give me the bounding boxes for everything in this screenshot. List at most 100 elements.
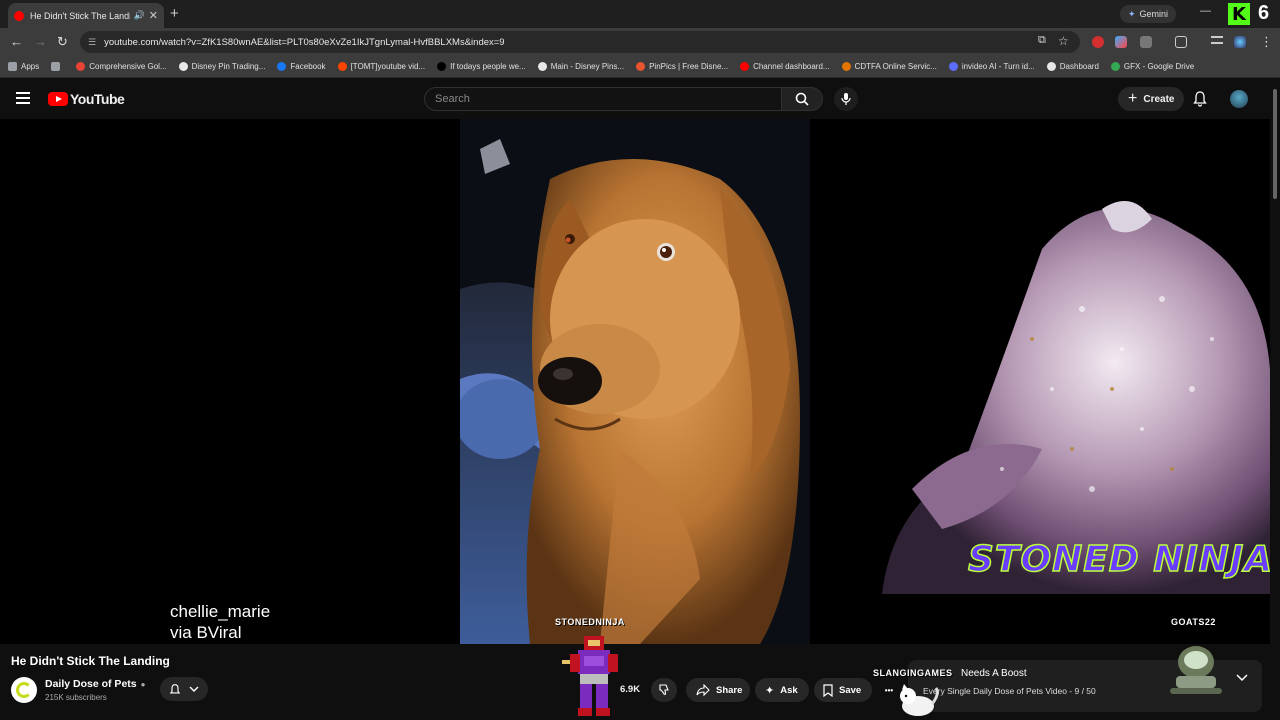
create-button[interactable]: + Create (1118, 87, 1185, 111)
watermark-goats: GOATS22 (1171, 617, 1216, 627)
new-tab-button[interactable]: + (170, 5, 179, 22)
bookmark-item[interactable]: If todays people we... (437, 62, 526, 71)
bookmark-item[interactable]: invideo AI - Turn id... (948, 62, 1035, 71)
chrome-menu-icon[interactable]: ⋮ (1260, 34, 1273, 50)
youtube-play-icon (48, 92, 68, 106)
minimize-icon[interactable]: — (1200, 5, 1211, 17)
bookmark-label: [TOMT]youtube vid... (350, 62, 426, 71)
dislike-button[interactable] (651, 678, 677, 702)
share-icon (696, 684, 710, 696)
account-avatar[interactable] (1230, 90, 1248, 108)
ask-button[interactable]: ✦ Ask (755, 678, 809, 702)
browser-tab-active[interactable]: He Didn't Stick The Landing 🔊 ✕ (8, 3, 164, 28)
save-label: Save (839, 684, 862, 696)
bookmark-label: Dashboard (1059, 62, 1099, 71)
video-title: He Didn't Stick The Landing (11, 654, 170, 668)
like-count[interactable]: 6.9K (620, 684, 640, 695)
browser-tabstrip: He Didn't Stick The Landing 🔊 ✕ + ✦ Gemi… (0, 0, 1280, 28)
robot-sprite-image (562, 636, 618, 716)
bookmark-item[interactable]: [TOMT]youtube vid... (337, 62, 426, 71)
bookmark-item[interactable]: Channel dashboard... (740, 62, 830, 71)
reload-icon[interactable]: ↻ (57, 34, 68, 50)
bookmark-star-icon[interactable]: ☆ (1058, 34, 1069, 48)
sidepanel-icon[interactable] (1175, 36, 1187, 48)
subscribed-button[interactable] (160, 677, 208, 701)
gemini-star-icon: ✦ (1128, 8, 1136, 19)
channel-name-link[interactable]: Daily Dose of Pets ● (45, 678, 145, 690)
scrollbar-thumb[interactable] (1273, 89, 1277, 199)
helmet-sprite-image (1170, 646, 1222, 694)
bookmark-item[interactable]: GFX - Google Drive (1110, 62, 1195, 71)
bookmark-favicon-icon (948, 62, 958, 71)
bookmark-label: Apps (21, 62, 40, 71)
extension-tt-icon[interactable] (1115, 36, 1127, 48)
search-button[interactable] (781, 87, 823, 111)
bookmark-favicon-icon (178, 62, 188, 71)
credit-line-1: chellie_marie (170, 602, 271, 621)
bookmark-favicon-icon (740, 62, 750, 71)
speaker-icon[interactable]: 🔊 (134, 10, 145, 21)
playlist-title: Needs A Boost (961, 668, 1027, 679)
bookmark-label: Channel dashboard... (753, 62, 830, 71)
bookmark-favicon-icon (8, 62, 17, 71)
video-frame-dog (460, 119, 810, 644)
gemini-button[interactable]: ✦ Gemini (1120, 5, 1177, 23)
voice-search-button[interactable] (834, 87, 858, 111)
bell-icon[interactable] (1192, 90, 1208, 107)
tab-close-icon[interactable]: ✕ (149, 9, 158, 22)
bell-sub-icon (169, 683, 181, 693)
bookmark-label: GFX - Google Drive (1123, 62, 1195, 71)
cat-sprite-image (900, 684, 939, 716)
save-icon (823, 683, 833, 697)
bookmark-item[interactable]: CDTFA Online Servic... (841, 62, 937, 71)
media-controls-icon[interactable] (1211, 36, 1223, 44)
playlist-expand-icon[interactable] (1236, 674, 1248, 682)
hamburger-icon[interactable] (16, 92, 30, 107)
bookmark-favicon-icon (76, 62, 86, 71)
site-info-icon[interactable]: ☰ (88, 37, 96, 48)
share-button[interactable]: Share (686, 678, 750, 702)
forward-icon[interactable]: → (34, 34, 47, 49)
bookmark-item[interactable]: Facebook (277, 62, 326, 71)
bookmark-label: invideo AI - Turn id... (961, 62, 1035, 71)
bookmark-label: PinPics | Free Disne... (649, 62, 729, 71)
bookmark-item[interactable]: Dashboard (1046, 62, 1099, 71)
youtube-logo[interactable]: YouTube (48, 91, 125, 107)
save-button[interactable]: Save (814, 678, 872, 702)
credit-line-2: via BViral (170, 623, 242, 642)
url-text: youtube.com/watch?v=ZfK1S80wnAE&list=PLT… (104, 36, 505, 48)
video-player[interactable]: chellie_marie via BViral STONED NINJA ST… (0, 119, 1270, 644)
plus-icon: + (1128, 90, 1138, 107)
channel-avatar[interactable] (11, 677, 37, 703)
bookmark-item[interactable]: Comprehensive Gol... (76, 62, 167, 71)
search-box (424, 87, 782, 111)
apps-grid-icon[interactable] (51, 62, 64, 71)
bookmark-item[interactable]: Disney Pin Trading... (178, 62, 265, 71)
tab-title: He Didn't Stick The Landing (30, 10, 130, 21)
bookmark-favicon-icon (1046, 62, 1056, 71)
bookmark-favicon-icon (841, 62, 851, 71)
back-icon[interactable]: ← (10, 34, 23, 49)
bookmark-label: CDTFA Online Servic... (854, 62, 937, 71)
extensions-puzzle-icon[interactable] (1140, 36, 1152, 48)
ask-sparkle-icon: ✦ (765, 684, 775, 697)
bookmarks-bar: Apps Comprehensive Gol... Disney Pin Tradi… (0, 56, 1280, 78)
browser-toolbar: ← → ↻ ☰ youtube.com/watch?v=ZfK1S80wnAE&… (0, 28, 1280, 56)
bookmark-item[interactable]: Apps (8, 62, 39, 71)
kick-logo-icon: K (1228, 3, 1250, 25)
bookmark-label: If todays people we... (450, 62, 526, 71)
install-app-icon[interactable]: ⧉ (1038, 34, 1046, 47)
address-bar[interactable]: ☰ youtube.com/watch?v=ZfK1S80wnAE&list=P… (80, 31, 1080, 53)
profile-icon[interactable] (1234, 36, 1246, 48)
extension-red-icon[interactable] (1092, 36, 1104, 48)
gemini-label: Gemini (1139, 9, 1169, 19)
bookmark-item[interactable]: PinPics | Free Disne... (636, 62, 728, 71)
page-scrollbar[interactable] (1270, 79, 1280, 720)
bookmark-label: Main - Disney Pins... (550, 62, 625, 71)
bookmark-favicon-icon (636, 62, 646, 71)
cannabis-bud-image (882, 201, 1270, 594)
video-credit-overlay: chellie_marie via BViral (170, 601, 270, 643)
bookmark-item[interactable]: Main - Disney Pins... (537, 62, 625, 71)
bookmark-favicon-icon (537, 62, 547, 71)
search-input[interactable] (435, 93, 781, 105)
